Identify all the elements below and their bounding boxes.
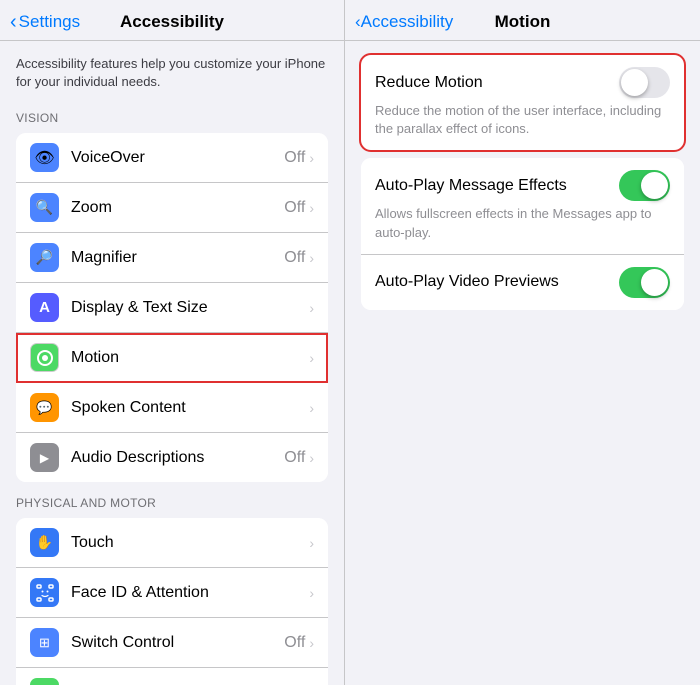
right-panel: ‹ Accessibility Motion Reduce Motion Red… <box>345 0 700 685</box>
zoom-label: Zoom <box>71 199 284 217</box>
back-chevron-icon: ‹ <box>10 11 17 34</box>
faceid-row[interactable]: Face ID & Attention › <box>16 568 328 618</box>
spoken-chevron-icon: › <box>309 400 314 416</box>
touch-row[interactable]: ✋ Touch › <box>16 518 328 568</box>
autoplay-message-row: Auto-Play Message Effects Allows fullscr… <box>361 158 684 254</box>
autoplay-video-label: Auto-Play Video Previews <box>375 273 559 291</box>
zoom-chevron-icon: › <box>309 200 314 216</box>
autoplay-video-toggle[interactable] <box>619 267 670 298</box>
faceid-icon <box>30 578 59 607</box>
switch-chevron-icon: › <box>309 635 314 651</box>
accessibility-description: Accessibility features help you customiz… <box>0 41 344 105</box>
vision-section-header: VISION <box>0 105 344 129</box>
back-label: Settings <box>19 12 80 32</box>
switch-icon: ⊞ <box>30 628 59 657</box>
reduce-motion-toggle[interactable] <box>619 67 670 98</box>
left-nav-title: Accessibility <box>120 12 224 32</box>
audio-label: Audio Descriptions <box>71 449 284 467</box>
faceid-chevron-icon: › <box>309 585 314 601</box>
spoken-icon: 💬 <box>30 393 59 422</box>
magnifier-chevron-icon: › <box>309 250 314 266</box>
audio-icon: ▶ <box>30 443 59 472</box>
reduce-motion-group: Reduce Motion Reduce the motion of the u… <box>361 55 684 150</box>
left-panel: ‹ Settings Accessibility Accessibility f… <box>0 0 345 685</box>
left-nav-bar: ‹ Settings Accessibility <box>0 0 344 41</box>
settings-back-button[interactable]: ‹ Settings <box>10 11 80 34</box>
motion-label: Motion <box>71 349 305 367</box>
magnifier-value: Off <box>284 249 305 267</box>
voiceover-row[interactable]: 👁 VoiceOver Off › <box>16 133 328 183</box>
display-row[interactable]: A Display & Text Size › <box>16 283 328 333</box>
switch-value: Off <box>284 634 305 652</box>
voiceover-icon: 👁 <box>30 143 59 172</box>
autoplay-message-label: Auto-Play Message Effects <box>375 177 567 195</box>
voiceover-chevron-icon: › <box>309 150 314 166</box>
reduce-motion-description: Reduce the motion of the user interface,… <box>375 102 670 138</box>
zoom-row[interactable]: 🔍 Zoom Off › <box>16 183 328 233</box>
spoken-content-row[interactable]: 💬 Spoken Content › <box>16 383 328 433</box>
motion-row[interactable]: Motion › <box>16 333 328 383</box>
autoplay-group: Auto-Play Message Effects Allows fullscr… <box>361 158 684 309</box>
reduce-motion-main: Reduce Motion <box>375 67 670 98</box>
audio-desc-row[interactable]: ▶ Audio Descriptions Off › <box>16 433 328 482</box>
display-chevron-icon: › <box>309 300 314 316</box>
display-icon: A <box>30 293 59 322</box>
reduce-motion-label: Reduce Motion <box>375 74 483 92</box>
autoplay-message-knob <box>641 172 668 199</box>
autoplay-video-row: Auto-Play Video Previews <box>361 255 684 310</box>
voiceover-value: Off <box>284 149 305 167</box>
voiceover-label: VoiceOver <box>71 149 284 167</box>
autoplay-video-main: Auto-Play Video Previews <box>375 267 670 298</box>
motion-icon <box>30 343 59 372</box>
physical-settings-group: ✋ Touch › Face ID & Attention › <box>16 518 328 685</box>
autoplay-video-knob <box>641 269 668 296</box>
toggle-knob <box>621 69 648 96</box>
voice-control-row[interactable]: 🎙 Voice Control Off › <box>16 668 328 685</box>
right-nav-title: Motion <box>495 12 551 32</box>
right-back-label: Accessibility <box>361 12 454 32</box>
spoken-label: Spoken Content <box>71 399 305 417</box>
description-text: Accessibility features help you customiz… <box>16 55 328 91</box>
motion-chevron-icon: › <box>309 350 314 366</box>
zoom-icon: 🔍 <box>30 193 59 222</box>
magnifier-icon: 🔎 <box>30 243 59 272</box>
audio-value: Off <box>284 449 305 467</box>
magnifier-label: Magnifier <box>71 249 284 267</box>
switch-label: Switch Control <box>71 634 284 652</box>
physical-section-header: PHYSICAL AND MOTOR <box>0 490 344 514</box>
right-nav-bar: ‹ Accessibility Motion <box>345 0 700 41</box>
audio-chevron-icon: › <box>309 450 314 466</box>
touch-label: Touch <box>71 534 305 552</box>
display-label: Display & Text Size <box>71 299 305 317</box>
zoom-value: Off <box>284 199 305 217</box>
motion-back-button[interactable]: ‹ Accessibility <box>355 12 453 32</box>
faceid-label: Face ID & Attention <box>71 584 309 602</box>
voice-icon: 🎙 <box>30 678 59 685</box>
touch-icon: ✋ <box>30 528 59 557</box>
reduce-motion-row: Reduce Motion Reduce the motion of the u… <box>361 55 684 150</box>
autoplay-message-description: Allows fullscreen effects in the Message… <box>375 205 670 241</box>
vision-settings-group: 👁 VoiceOver Off › 🔍 Zoom Off › 🔎 Magnifi… <box>16 133 328 482</box>
magnifier-row[interactable]: 🔎 Magnifier Off › <box>16 233 328 283</box>
switch-control-row[interactable]: ⊞ Switch Control Off › <box>16 618 328 668</box>
touch-chevron-icon: › <box>309 535 314 551</box>
autoplay-message-toggle[interactable] <box>619 170 670 201</box>
autoplay-message-main: Auto-Play Message Effects <box>375 170 670 201</box>
